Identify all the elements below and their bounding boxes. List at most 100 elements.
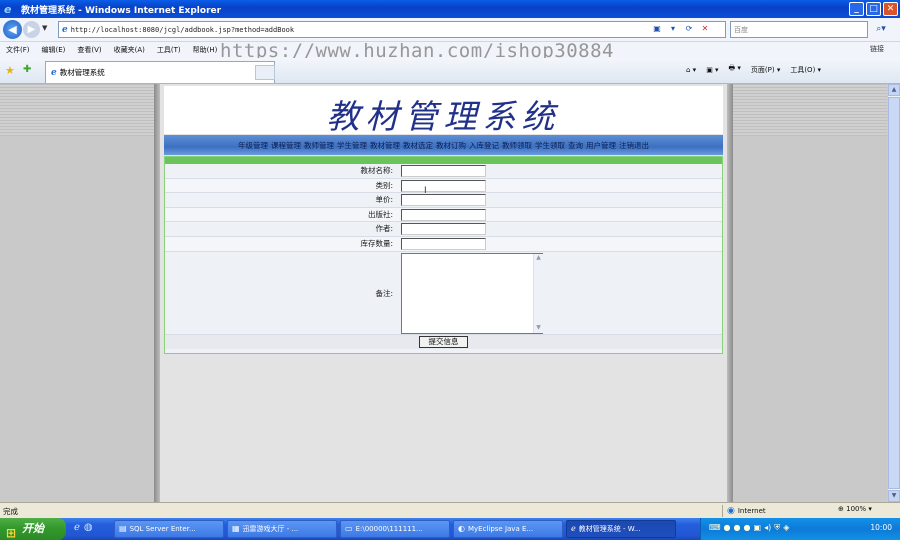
submit-button[interactable]: 提交信息: [419, 335, 468, 348]
shield-icon[interactable]: ⛨: [774, 523, 780, 533]
tab-title: 教材管理系统: [59, 68, 105, 77]
network-icon[interactable]: ▣: [754, 523, 762, 533]
price-field[interactable]: [401, 194, 486, 207]
volume-icon[interactable]: ◂): [764, 523, 771, 533]
nav-student-receive[interactable]: 学生领取: [535, 140, 565, 151]
security-zone[interactable]: ◉ Internet: [722, 505, 834, 517]
name-field[interactable]: [401, 165, 486, 177]
add-favorite-icon[interactable]: ✚: [23, 64, 31, 75]
back-button[interactable]: ◀: [3, 20, 22, 39]
menu-view[interactable]: 查看(V): [77, 45, 101, 55]
author-field[interactable]: [401, 223, 486, 236]
nav-logout[interactable]: 注销退出: [619, 140, 649, 151]
zoom-control[interactable]: ⊕ 100% ▾: [838, 505, 872, 513]
search-input[interactable]: 百度: [730, 21, 868, 38]
banner-title: 教材管理系统: [326, 97, 561, 136]
taskbar-item-active[interactable]: ℯ 教材管理系统 - W...: [566, 520, 676, 538]
nav-textbook[interactable]: 教材管理: [370, 140, 400, 151]
scroll-up-icon[interactable]: ▲: [534, 254, 543, 263]
page-menu-button[interactable]: 页面(P) ▾: [751, 65, 780, 75]
nav-student[interactable]: 学生管理: [337, 140, 367, 151]
form-row-publisher: 出版社:: [165, 207, 722, 223]
stop-icon[interactable]: ✕: [698, 21, 712, 36]
scroll-up-icon[interactable]: ▲: [888, 84, 900, 96]
eclipse-icon: ◐: [458, 524, 465, 533]
taskbar-item[interactable]: ◐ MyEclipse Java E...: [453, 520, 563, 538]
menu-tools[interactable]: 工具(T): [157, 45, 181, 55]
favorites-star-icon[interactable]: ★: [5, 64, 15, 77]
status-text: 完成: [3, 507, 18, 516]
history-dropdown-icon[interactable]: ▼: [42, 24, 47, 32]
search-icon[interactable]: ⌕▾: [870, 21, 892, 38]
category-field[interactable]: [401, 179, 486, 192]
menu-file[interactable]: 文件(F): [6, 45, 30, 55]
page-container: 教材管理系统 年级管理 课程管理 教师管理 学生管理 教材管理 教材选定 教材订…: [160, 84, 727, 502]
antivirus-icon[interactable]: ◈: [783, 523, 789, 533]
nav-teacher[interactable]: 教师管理: [304, 140, 334, 151]
print-button[interactable]: 🖶 ▾: [729, 64, 741, 75]
form-row-stock: 库存数量:: [165, 236, 722, 252]
zoom-icon: ⊕: [838, 505, 844, 513]
globe-icon: ◉: [727, 506, 735, 516]
address-tools: ▣ ▾ ⟳ ✕: [650, 21, 712, 36]
links-label[interactable]: 链接: [870, 44, 884, 54]
form-row-price: 单价:: [165, 193, 722, 208]
refresh-icon[interactable]: ⟳: [682, 21, 696, 36]
system-tray: ⌨ ● ● ● ▣ ◂) ⛨ ◈ 10:00: [700, 518, 900, 540]
compat-view-icon[interactable]: ▣: [650, 21, 664, 36]
remark-scrollbar[interactable]: ▲ ▼: [533, 253, 543, 333]
forward-button[interactable]: ▶: [23, 21, 40, 38]
taskbar-item[interactable]: ▦ 迅雷游戏大厅 - ...: [227, 520, 337, 538]
form-row-submit: 提交信息: [165, 334, 722, 349]
menu-edit[interactable]: 编辑(E): [42, 45, 66, 55]
address-url: http://localhost:8080/jcgl/addbook.jsp?m…: [70, 25, 295, 34]
minimize-button[interactable]: _: [849, 2, 864, 16]
nav-grade[interactable]: 年级管理: [238, 140, 268, 151]
maximize-button[interactable]: □: [866, 2, 881, 16]
menu-favorites[interactable]: 收藏夹(A): [114, 45, 145, 55]
close-button[interactable]: ✕: [883, 2, 898, 16]
page-scrollbar[interactable]: ▲ ▼: [887, 84, 900, 502]
zone-label: Internet: [737, 507, 766, 515]
scroll-down-icon[interactable]: ▼: [534, 324, 543, 333]
menu-help[interactable]: 帮助(H): [193, 45, 218, 55]
qq-icon[interactable]: ●: [724, 523, 731, 533]
scroll-thumb[interactable]: [888, 97, 900, 489]
taskbar-item[interactable]: ▤ SQL Server Enter...: [114, 520, 224, 538]
start-button[interactable]: ⊞ 开始: [0, 518, 66, 540]
new-tab-button[interactable]: [255, 65, 275, 80]
tools-menu-button[interactable]: 工具(O) ▾: [790, 65, 821, 75]
quicklaunch-desktop-icon[interactable]: ◍: [84, 522, 93, 533]
home-button[interactable]: ⌂ ▾: [686, 66, 696, 74]
window-controls: _ □ ✕: [849, 2, 898, 16]
ime-icon[interactable]: ⌨: [709, 523, 721, 533]
nav-textbook-select[interactable]: 教材选定: [403, 140, 433, 151]
tray-icons: ⌨ ● ● ● ▣ ◂) ⛨ ◈: [709, 523, 789, 533]
qq-icon[interactable]: ●: [734, 523, 741, 533]
windows-flag-icon: ⊞: [6, 526, 17, 540]
stock-field[interactable]: [401, 237, 486, 250]
left-background: [0, 84, 154, 502]
nav-teacher-receive[interactable]: 教师领取: [502, 140, 532, 151]
remark-textarea[interactable]: [401, 252, 543, 334]
nav-user[interactable]: 用户管理: [586, 140, 616, 151]
main-nav: 年级管理 课程管理 教师管理 学生管理 教材管理 教材选定 教材订购 入库登记 …: [164, 135, 723, 155]
address-bar[interactable]: e http://localhost:8080/jcgl/addbook.jsp…: [58, 21, 726, 38]
browser-tab[interactable]: e 教材管理系统: [45, 61, 275, 83]
address-dropdown-icon[interactable]: ▾: [666, 21, 680, 36]
author-label: 作者:: [375, 224, 393, 234]
nav-stock-in[interactable]: 入库登记: [469, 140, 499, 151]
taskbar: ⊞ 开始 ℯ ◍ ▤ SQL Server Enter... ▦ 迅雷游戏大厅 - …: [0, 518, 900, 540]
taskbar-item[interactable]: ▭ E:\00000\111111...: [340, 520, 450, 538]
publisher-field[interactable]: [401, 208, 486, 221]
scroll-down-icon[interactable]: ▼: [888, 490, 900, 502]
feeds-button[interactable]: ▣ ▾: [706, 66, 718, 74]
qq-icon[interactable]: ●: [744, 523, 751, 533]
status-bar: 完成 ◉ Internet ⊕ 100% ▾: [0, 502, 900, 518]
quicklaunch-ie-icon[interactable]: ℯ: [74, 522, 80, 533]
add-book-form: 教材名称: 类别: 单价: 出版社: 作者: 库存数量: 备注: ▲ ▼ 提交信…: [164, 156, 723, 354]
nav-query[interactable]: 查询: [568, 140, 583, 151]
nav-textbook-order[interactable]: 教材订购: [436, 140, 466, 151]
nav-course[interactable]: 课程管理: [271, 140, 301, 151]
clock[interactable]: 10:00: [870, 523, 892, 532]
